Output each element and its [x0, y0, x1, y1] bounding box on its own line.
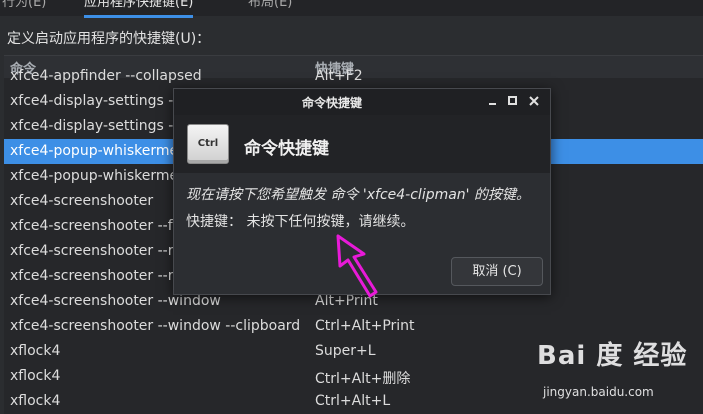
- shortcut-status: 快捷键： 未按下任何按键，请继续。: [186, 214, 415, 230]
- shortcut-cell: Ctrl+Alt+Print: [315, 318, 415, 334]
- watermark-url: jingyan.baidu.com: [543, 385, 654, 399]
- command-cell: xflock4: [10, 343, 61, 359]
- cancel-button[interactable]: 取消 (C): [451, 257, 543, 286]
- command-cell: xfce4-screenshooter: [10, 193, 154, 209]
- shortcut-cell: Ctrl+Alt+删除: [315, 371, 411, 387]
- dialog-heading: 命令快捷键: [244, 139, 329, 159]
- maximize-icon[interactable]: [505, 93, 521, 109]
- command-cell: xfce4-screenshooter --window --clipboard: [10, 318, 301, 334]
- tab-behavior[interactable]: 行为(E): [2, 0, 46, 15]
- command-cell: xfce4-popup-whiskermenu: [10, 143, 196, 159]
- define-shortcuts-label: 定义启动应用程序的快捷键(U)：: [7, 31, 211, 47]
- shortcut-cell: Alt+F2: [315, 68, 363, 84]
- command-cell: xfce4-popup-whiskermenu: [10, 168, 196, 184]
- ctrl-key-icon: Ctrl: [187, 124, 229, 164]
- command-cell: xflock4: [10, 368, 61, 384]
- watermark-logo: Bai 度 经验: [537, 341, 688, 371]
- tab-bar: 行为(E) 应用程序快捷键(E) 布局(E): [0, 0, 703, 18]
- command-cell: xfce4-screenshooter --window: [10, 293, 221, 309]
- dialog-title: 命令快捷键: [301, 96, 362, 110]
- shortcut-cell: Super+L: [315, 343, 376, 359]
- close-icon[interactable]: [526, 93, 542, 109]
- dialog-titlebar[interactable]: 命令快捷键: [174, 89, 550, 115]
- command-cell: xflock4: [10, 393, 61, 409]
- dialog-header: Ctrl 命令快捷键: [174, 115, 550, 173]
- command-cell: xfce4-appfinder --collapsed: [10, 68, 202, 84]
- shortcut-cell: Ctrl+Alt+L: [315, 393, 391, 409]
- dialog-message: 现在请按下您希望触发 命令 'xfce4-clipman' 的按键。: [186, 187, 530, 203]
- table-row[interactable]: xfce4-appfinder --collapsed Alt+F2: [4, 64, 703, 89]
- baidu-watermark: Bai 度 经验 jingyan.baidu.com: [533, 335, 703, 413]
- tab-application-shortcuts[interactable]: 应用程序快捷键(E): [84, 0, 194, 18]
- minimize-icon[interactable]: [485, 93, 501, 109]
- tab-layout[interactable]: 布局(E): [248, 0, 292, 15]
- annotation-arrow-icon: [336, 234, 378, 298]
